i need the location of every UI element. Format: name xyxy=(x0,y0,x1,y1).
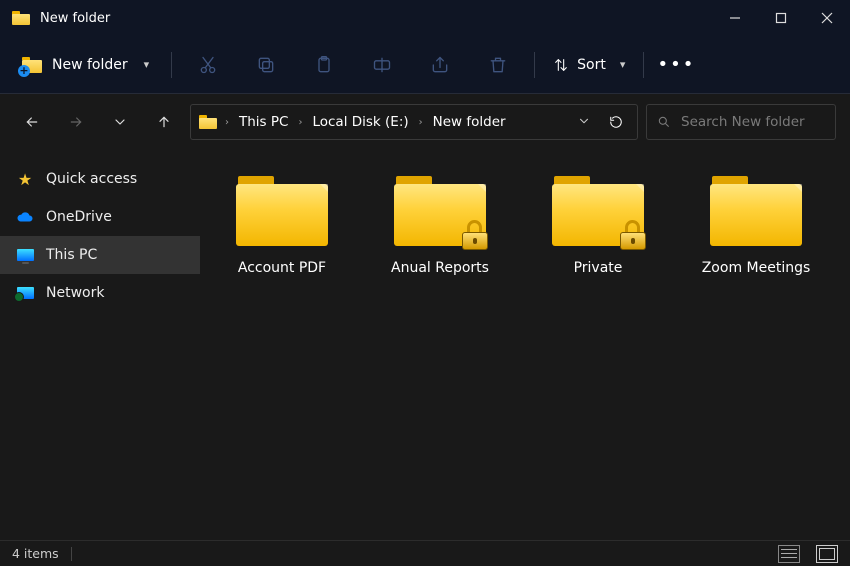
sidebar-item-this-pc[interactable]: This PC xyxy=(0,236,200,274)
separator xyxy=(171,52,172,78)
address-history-button[interactable] xyxy=(569,109,599,136)
lock-icon xyxy=(462,220,488,250)
separator xyxy=(71,547,72,561)
more-options-button[interactable]: ••• xyxy=(652,45,700,85)
cloud-icon xyxy=(16,208,34,226)
folder-icon xyxy=(710,176,802,246)
navigation-pane: ★ Quick access OneDrive This PC Network xyxy=(0,150,200,540)
back-button[interactable] xyxy=(14,104,50,140)
delete-button[interactable] xyxy=(470,45,526,85)
folder-label: Private xyxy=(574,260,623,276)
body-area: ★ Quick access OneDrive This PC Network … xyxy=(0,150,850,540)
content-pane[interactable]: Account PDF Anual Reports Private Zoom Meet… xyxy=(200,150,850,540)
forward-button[interactable] xyxy=(58,104,94,140)
star-icon: ★ xyxy=(16,170,34,188)
folder-item[interactable]: Anual Reports xyxy=(366,170,514,282)
folder-label: Account PDF xyxy=(238,260,326,276)
sidebar-item-label: This PC xyxy=(46,247,97,263)
sidebar-item-label: Network xyxy=(46,285,104,301)
folder-icon xyxy=(552,176,644,246)
sidebar-item-label: Quick access xyxy=(46,171,137,187)
share-button[interactable] xyxy=(412,45,468,85)
new-folder-label: New folder xyxy=(52,57,128,73)
folder-item[interactable]: Account PDF xyxy=(208,170,356,282)
chevron-right-icon[interactable]: › xyxy=(417,117,425,128)
sidebar-item-quick-access[interactable]: ★ Quick access xyxy=(0,160,200,198)
folder-icon xyxy=(394,176,486,246)
sort-label: Sort xyxy=(577,57,606,73)
icons-view-button[interactable] xyxy=(816,545,838,563)
recent-locations-button[interactable] xyxy=(102,104,138,140)
cut-button[interactable] xyxy=(180,45,236,85)
rename-button[interactable] xyxy=(354,45,410,85)
copy-button[interactable] xyxy=(238,45,294,85)
monitor-icon xyxy=(16,246,34,264)
chevron-down-icon: ▾ xyxy=(620,58,626,71)
folder-item[interactable]: Zoom Meetings xyxy=(682,170,830,282)
refresh-button[interactable] xyxy=(601,107,631,137)
new-folder-button[interactable]: + New folder ▾ xyxy=(8,49,163,81)
sidebar-item-label: OneDrive xyxy=(46,209,112,225)
title-bar: New folder xyxy=(0,0,850,36)
up-button[interactable] xyxy=(146,104,182,140)
sort-button[interactable]: Sort ▾ xyxy=(543,49,635,81)
search-icon xyxy=(657,115,671,129)
network-icon xyxy=(16,284,34,302)
sidebar-item-network[interactable]: Network xyxy=(0,274,200,312)
folder-icon xyxy=(236,176,328,246)
status-bar: 4 items xyxy=(0,540,850,566)
chevron-right-icon[interactable]: › xyxy=(296,117,304,128)
search-placeholder: Search New folder xyxy=(681,114,805,130)
folder-icon xyxy=(12,11,30,25)
maximize-button[interactable] xyxy=(758,0,804,36)
new-folder-icon: + xyxy=(22,57,42,73)
window-title: New folder xyxy=(40,11,110,26)
navigation-bar: › This PC › Local Disk (E:) › New folder… xyxy=(0,94,850,150)
details-view-button[interactable] xyxy=(778,545,800,563)
explorer-window: New folder + New folder ▾ xyxy=(0,0,850,566)
lock-icon xyxy=(620,220,646,250)
chevron-right-icon[interactable]: › xyxy=(223,117,231,128)
paste-button[interactable] xyxy=(296,45,352,85)
search-input[interactable]: Search New folder xyxy=(646,104,836,140)
separator xyxy=(643,52,644,78)
breadcrumb-segment[interactable]: New folder xyxy=(427,110,512,134)
breadcrumb-segment[interactable]: This PC xyxy=(233,110,294,134)
separator xyxy=(534,52,535,78)
sidebar-item-onedrive[interactable]: OneDrive xyxy=(0,198,200,236)
chevron-down-icon: ▾ xyxy=(144,58,150,71)
folder-label: Zoom Meetings xyxy=(702,260,811,276)
folder-item[interactable]: Private xyxy=(524,170,672,282)
folder-label: Anual Reports xyxy=(391,260,489,276)
minimize-button[interactable] xyxy=(712,0,758,36)
breadcrumb-segment[interactable]: Local Disk (E:) xyxy=(306,110,414,134)
folder-grid: Account PDF Anual Reports Private Zoom Meet… xyxy=(208,170,842,282)
close-button[interactable] xyxy=(804,0,850,36)
status-item-count: 4 items xyxy=(12,546,59,561)
folder-icon xyxy=(199,115,217,129)
toolbar: + New folder ▾ Sort ▾ •• xyxy=(0,36,850,94)
address-bar[interactable]: › This PC › Local Disk (E:) › New folder xyxy=(190,104,638,140)
